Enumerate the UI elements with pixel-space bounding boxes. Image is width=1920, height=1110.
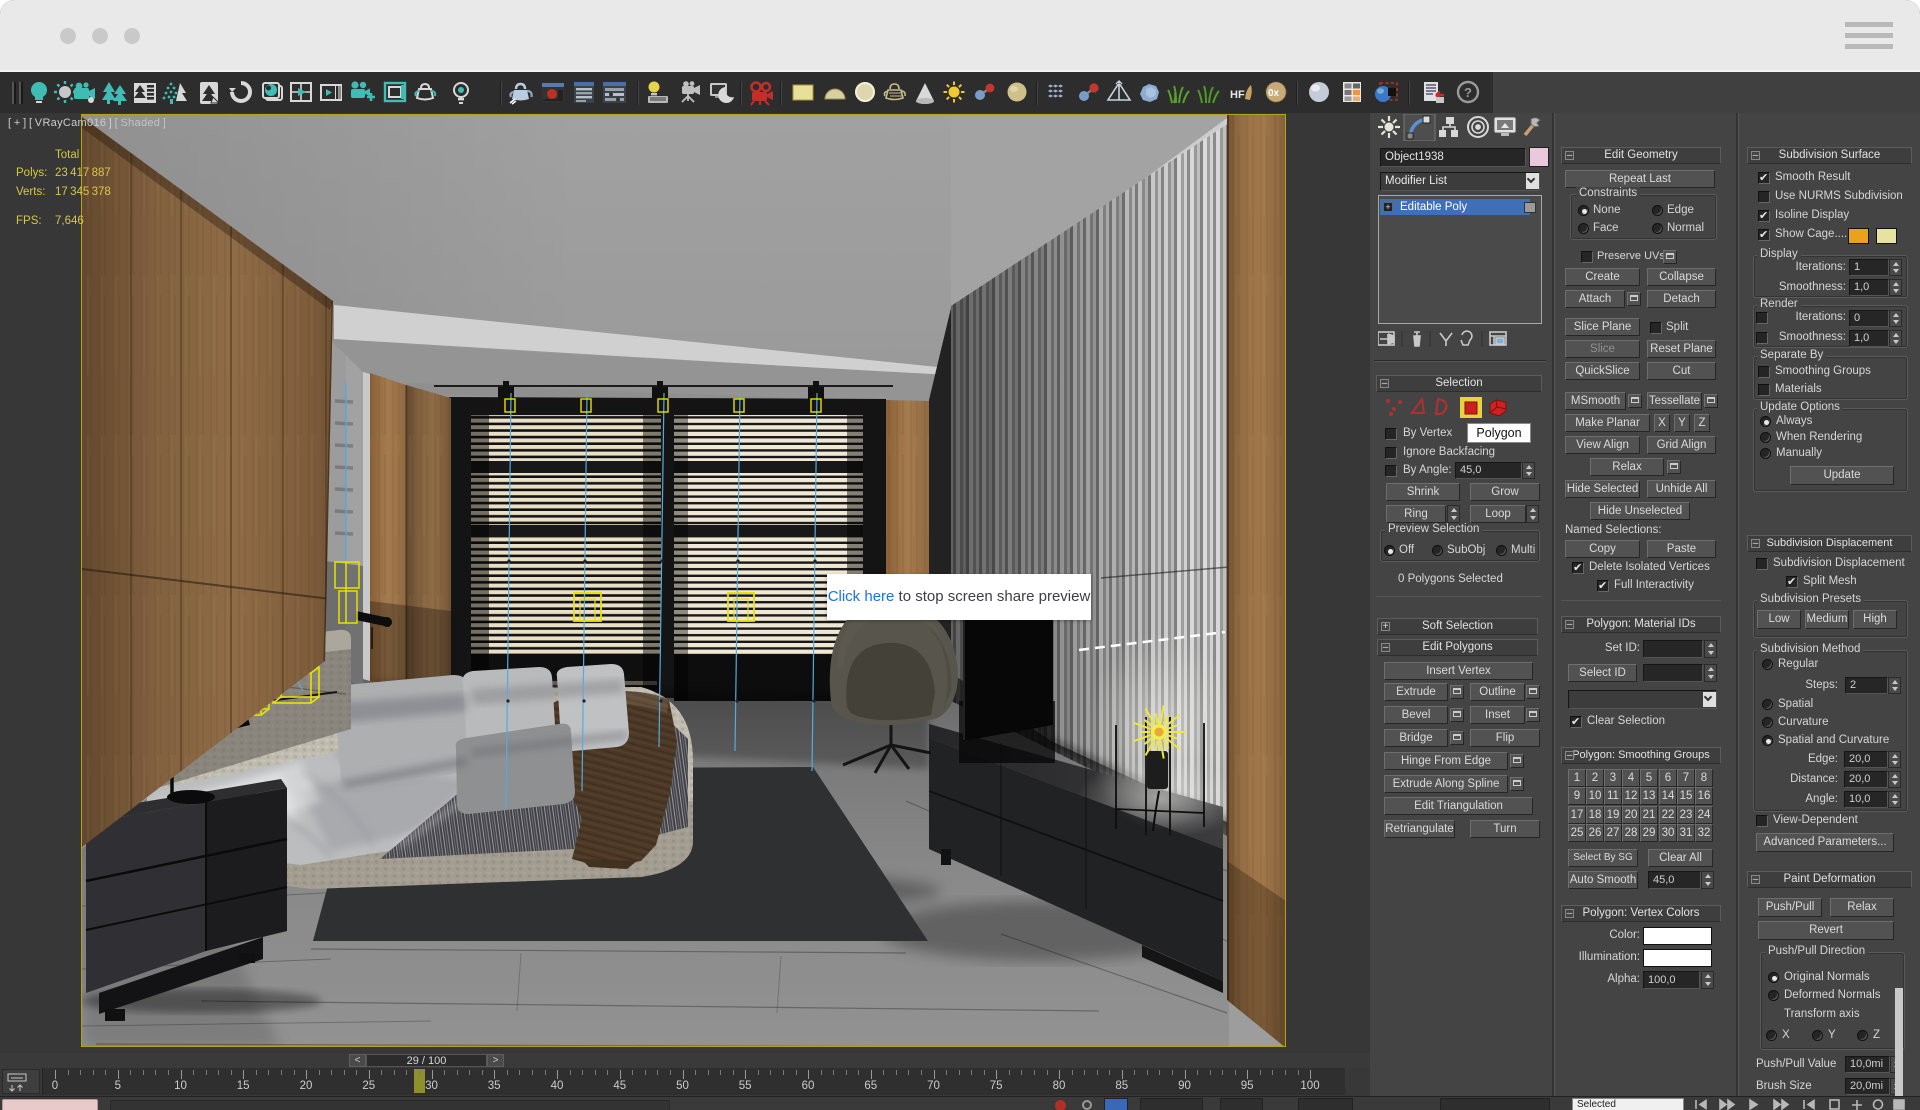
- svg-text:?: ?: [1464, 85, 1472, 100]
- svg-text:0x: 0x: [1268, 88, 1280, 99]
- svg-text:HF: HF: [1230, 89, 1245, 101]
